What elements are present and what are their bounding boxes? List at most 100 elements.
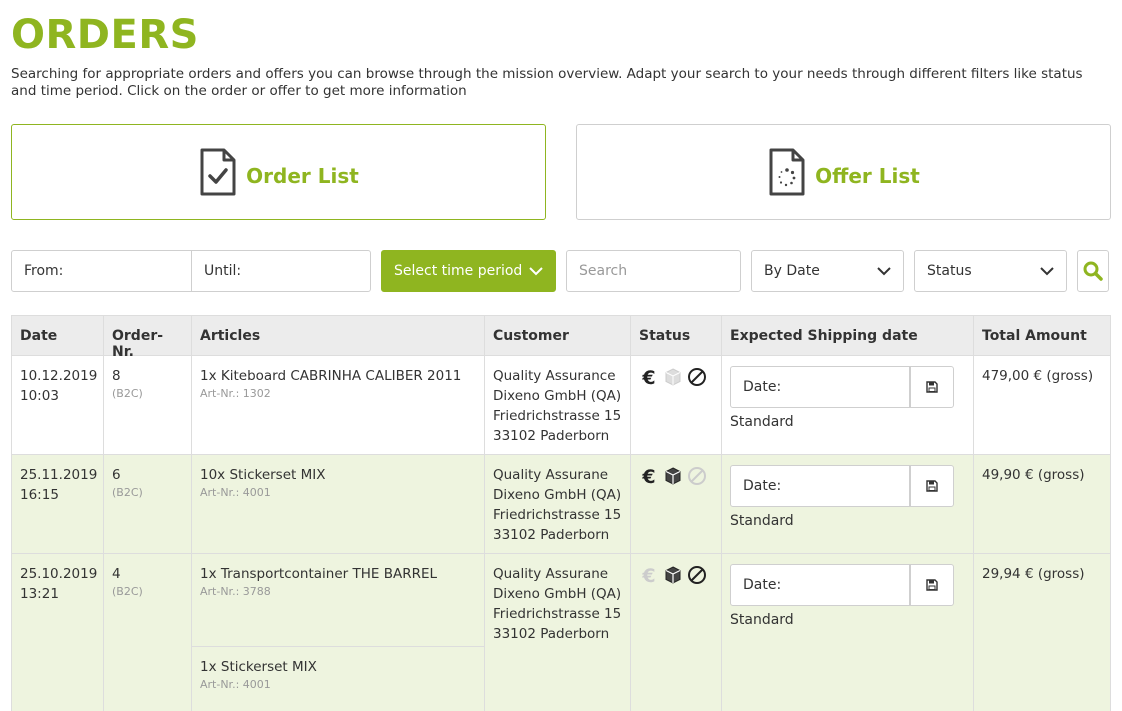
order-number-cell: 4 (B2C) [104,554,192,711]
status-cell: € [631,554,722,711]
customer-line: Friedrichstrasse 15 [493,606,622,622]
document-check-icon [200,148,236,196]
customer-line: 33102 Paderborn [493,626,610,642]
save-icon [926,579,938,591]
order-number: 4 [112,566,121,582]
order-number: 6 [112,467,121,483]
customer-line: Quality Assurance [493,368,616,384]
order-number-cell: 8 (B2C) [104,356,192,454]
table-row[interactable]: 10.12.2019 10:03 8 (B2C) 1x Kiteboard CA… [12,356,1110,455]
search-input[interactable]: Search [566,250,741,292]
customer-cell: Quality Assurane Dixeno GmbH (QA) Friedr… [485,554,631,711]
status-cell: € [631,455,722,553]
svg-text:€: € [641,367,655,387]
shipping-date-label: Date: [743,379,782,395]
box-icon[interactable] [663,367,683,387]
status-filter-label: Status [927,263,972,279]
article-name: 10x Stickerset MIX [200,467,326,483]
from-date-label: From: [24,263,64,279]
articles-cell: 1x Kiteboard CABRINHA CALIBER 2011 Art-N… [192,356,485,454]
cancel-icon[interactable] [687,565,707,585]
orders-table: Date Order-Nr. Articles Customer Status … [11,315,1111,711]
table-header: Date Order-Nr. Articles Customer Status … [12,316,1110,360]
customer-line: Quality Assurane [493,467,609,483]
until-date-field[interactable]: Until: [191,250,371,292]
shipping-date-input[interactable]: Date: [730,564,910,606]
column-header: Expected Shipping date [722,316,974,355]
time-period-select[interactable]: Select time period [381,250,556,292]
column-header: Customer [485,316,631,355]
save-date-button[interactable] [910,465,954,507]
customer-line: Friedrichstrasse 15 [493,408,622,424]
article-number: Art-Nr.: 4001 [200,486,271,499]
order-date-cell: 10.12.2019 10:03 [12,356,104,454]
column-header: Date [12,316,104,355]
order-date-cell: 25.10.2019 13:21 [12,554,104,711]
customer-line: Quality Assurane [493,566,609,582]
euro-icon[interactable]: € [639,367,659,387]
column-header: Total Amount [982,328,1087,344]
box-icon[interactable] [663,565,683,585]
chevron-down-icon [529,266,543,275]
order-time: 13:21 [20,586,59,602]
order-date-cell: 25.11.2019 16:15 [12,455,104,553]
page-title: ORDERS [11,12,199,58]
shipping-date-input[interactable]: Date: [730,366,910,408]
euro-icon[interactable]: € [639,466,659,486]
until-date-label: Until: [204,263,242,279]
save-date-button[interactable] [910,366,954,408]
article-number: Art-Nr.: 4001 [200,678,271,691]
customer-line: Friedrichstrasse 15 [493,507,622,523]
sort-select[interactable]: By Date [751,250,904,292]
search-button[interactable] [1077,250,1109,292]
table-row[interactable]: 25.11.2019 16:15 6 (B2C) 10x Stickerset … [12,455,1110,554]
order-time: 16:15 [20,487,59,503]
search-icon [1083,261,1103,281]
shipping-type: Standard [730,612,794,628]
tab-order-list[interactable]: Order List [11,124,546,220]
shipping-cell: Date: Standard [722,356,974,454]
total-amount: 479,00 € (gross) [982,368,1094,384]
table-row[interactable]: 25.10.2019 13:21 4 (B2C) 1x Transportcon… [12,554,1110,711]
article-name: 1x Stickerset MIX [200,659,317,675]
tab-order-list-label: Order List [246,164,359,188]
order-date: 10.12.2019 [20,368,98,384]
column-header: Status [631,316,722,355]
time-period-label: Select time period [394,263,523,279]
page-intro: Searching for appropriate orders and off… [11,66,1083,99]
tab-offer-list-label: Offer List [815,164,920,188]
order-date: 25.10.2019 [20,566,98,582]
column-header: Articles [192,316,485,355]
tab-offer-list[interactable]: Offer List [576,124,1111,220]
shipping-date-label: Date: [743,577,782,593]
chevron-down-icon [1040,266,1054,275]
article-number: Art-Nr.: 3788 [200,585,271,598]
article-name: 1x Kiteboard CABRINHA CALIBER 2011 [200,368,462,384]
articles-cell: 1x Transportcontainer THE BARREL Art-Nr.… [192,554,485,711]
shipping-type: Standard [730,513,794,529]
sort-label: By Date [764,263,820,279]
article-item: 1x Stickerset MIX Art-Nr.: 4001 [192,646,484,701]
from-date-field[interactable]: From: [11,250,192,292]
document-loading-icon [769,148,805,196]
customer-line: Dixeno GmbH (QA) [493,487,622,503]
article-item: 1x Transportcontainer THE BARREL Art-Nr.… [192,554,484,646]
total-amount: 29,94 € (gross) [982,566,1085,582]
shipping-cell: Date: Standard [722,455,974,553]
box-icon[interactable] [663,466,683,486]
order-type: (B2C) [112,387,143,400]
customer-line: Dixeno GmbH (QA) [493,388,622,404]
status-select[interactable]: Status [914,250,1067,292]
save-date-button[interactable] [910,564,954,606]
cancel-icon[interactable] [687,466,707,486]
shipping-type: Standard [730,414,794,430]
shipping-date-input[interactable]: Date: [730,465,910,507]
svg-text:€: € [641,565,655,585]
euro-icon[interactable]: € [639,565,659,585]
cancel-icon[interactable] [687,367,707,387]
order-date: 25.11.2019 [20,467,98,483]
column-header: Order-Nr. [104,316,192,360]
order-number: 8 [112,368,121,384]
search-placeholder: Search [579,263,628,279]
customer-cell: Quality Assurane Dixeno GmbH (QA) Friedr… [485,455,631,553]
